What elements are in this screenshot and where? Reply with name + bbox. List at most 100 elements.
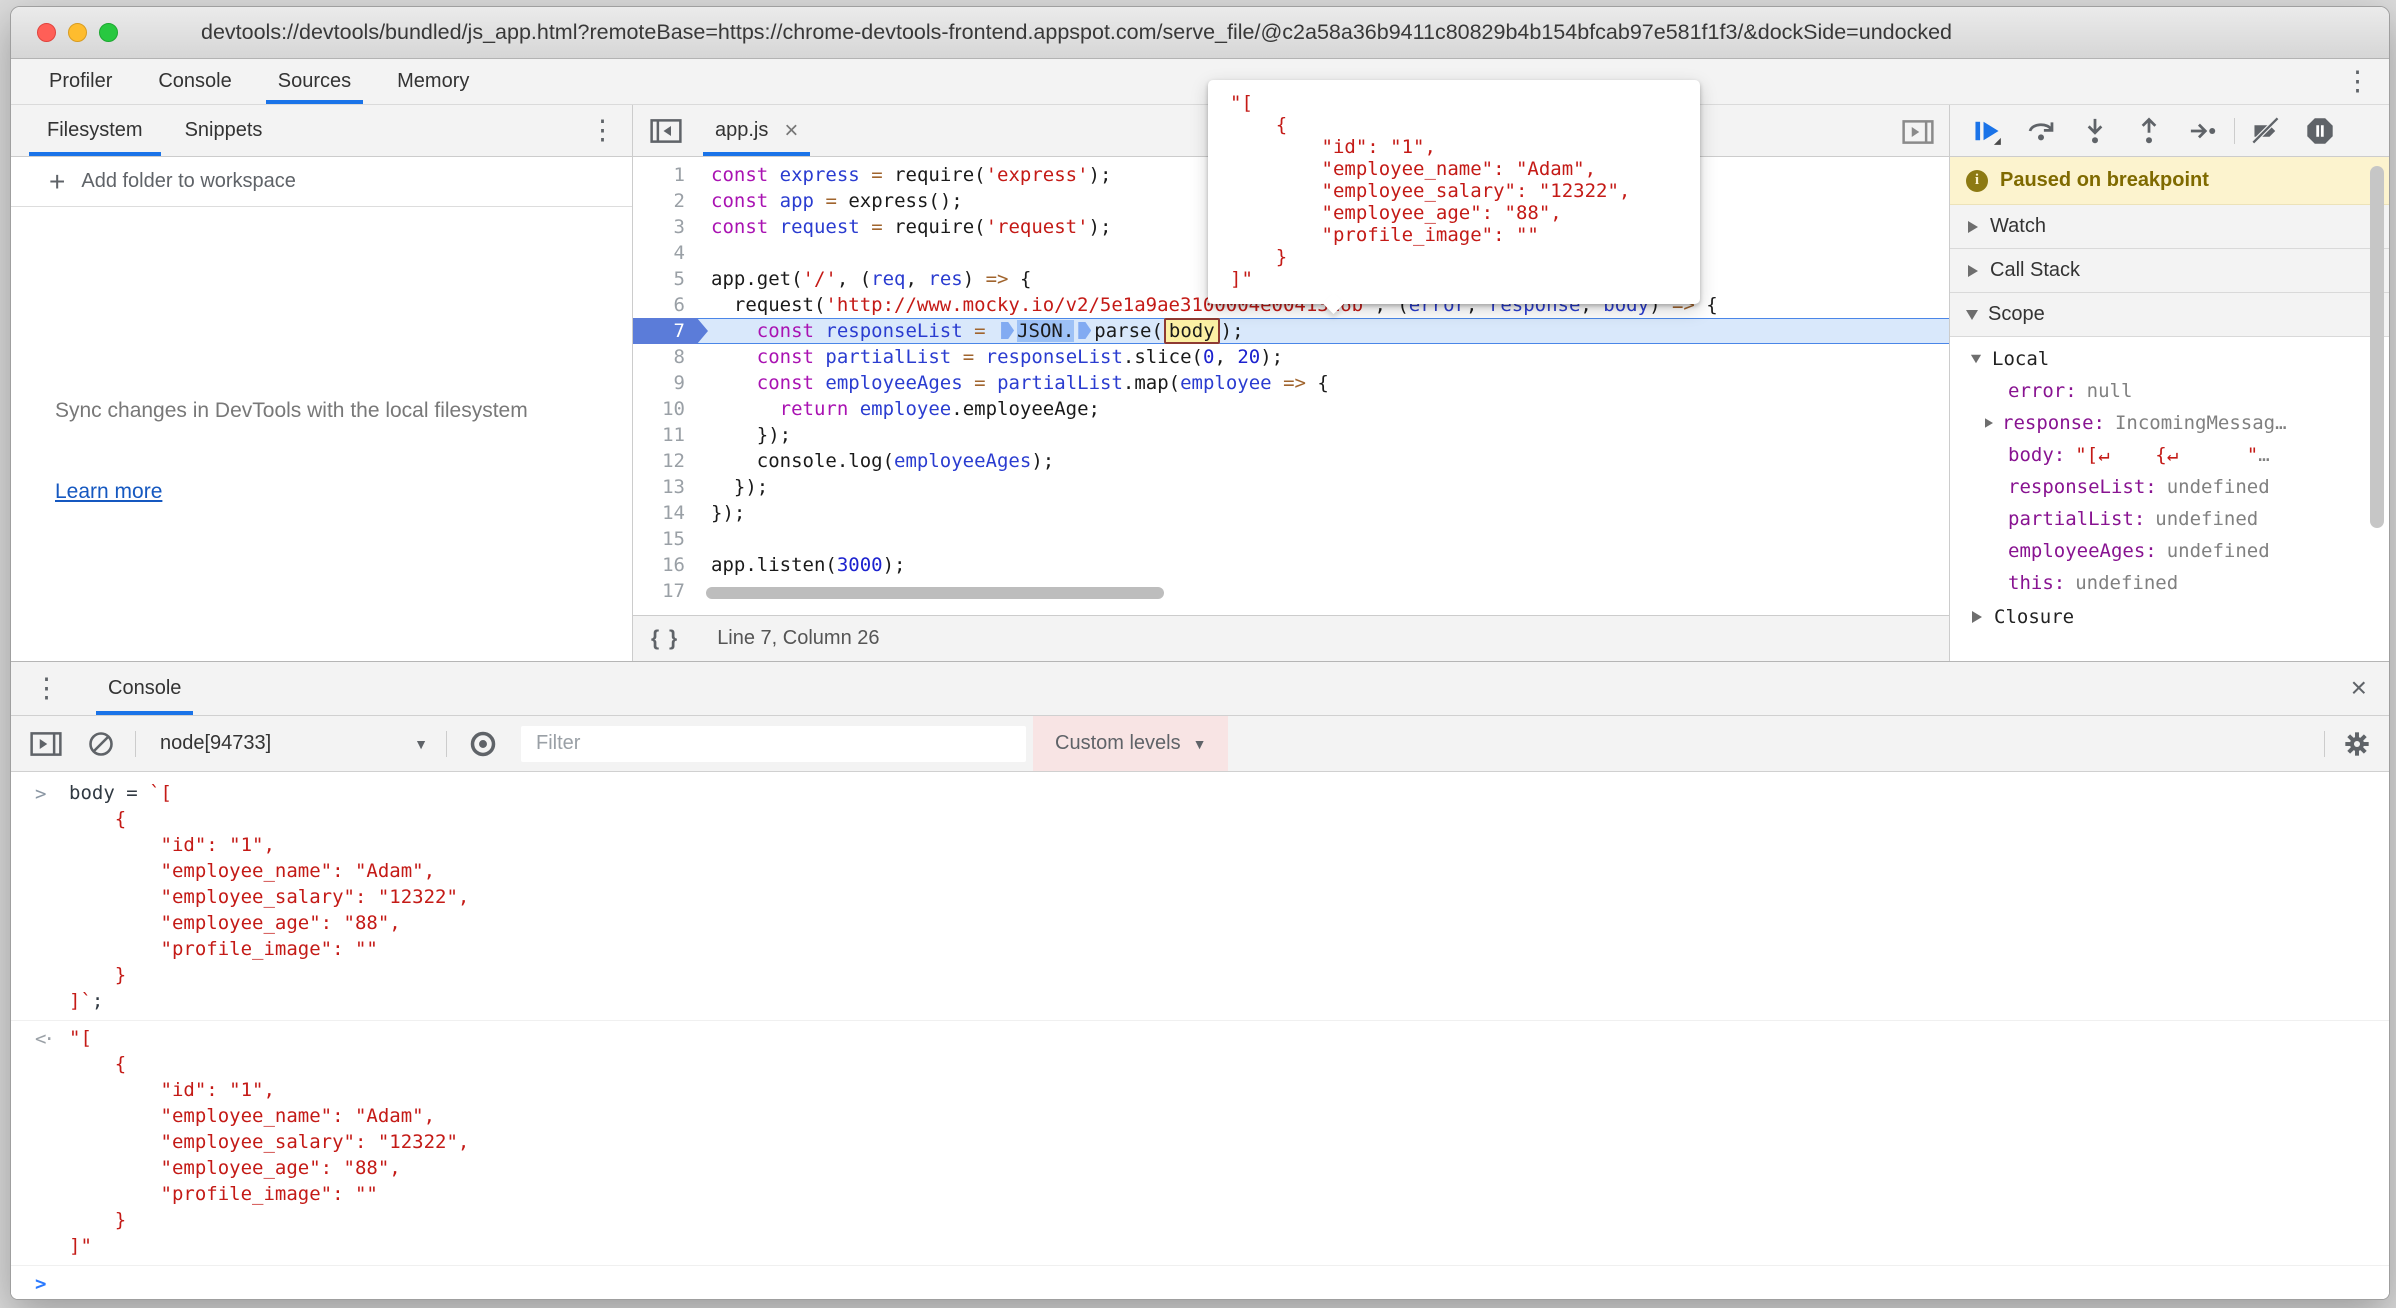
resume-script-icon[interactable]: [1960, 116, 2014, 146]
pretty-print-icon[interactable]: { }: [651, 627, 679, 651]
close-file-icon[interactable]: ×: [784, 117, 798, 145]
line-number[interactable]: 14: [633, 500, 697, 526]
line-number[interactable]: 8: [633, 344, 697, 370]
toolbar-separator: [446, 731, 447, 757]
token: {: [1009, 268, 1032, 290]
tab-label: Sources: [278, 70, 351, 93]
console-sidebar-toggle-icon[interactable]: [29, 729, 63, 759]
learn-more-link[interactable]: Learn more: [55, 480, 632, 504]
execution-context-dropdown[interactable]: node[94733] ▼: [160, 732, 428, 755]
call-stack-section-header[interactable]: Call Stack: [1950, 249, 2389, 293]
code-line[interactable]: 13 });: [633, 474, 1949, 500]
token: "employee_age": "88",: [69, 912, 401, 934]
code-line[interactable]: 15: [633, 526, 1949, 552]
add-folder-to-workspace[interactable]: + Add folder to workspace: [11, 157, 632, 207]
token: .slice(: [1123, 346, 1203, 368]
line-number[interactable]: 3: [633, 214, 697, 240]
console-line: ]`;: [69, 988, 2389, 1014]
custom-levels-dropdown[interactable]: Custom levels ▼: [1033, 716, 1228, 771]
tab-console[interactable]: Console: [150, 59, 239, 104]
line-number[interactable]: 9: [633, 370, 697, 396]
code-line[interactable]: 16app.listen(3000);: [633, 552, 1949, 578]
scope-closure-row[interactable]: Closure: [1950, 599, 2389, 635]
token: );: [883, 554, 906, 576]
filesystem-sync-message: Sync changes in DevTools with the local …: [11, 207, 632, 428]
code-line-content: app.listen(3000);: [697, 552, 1949, 578]
token: `[: [149, 782, 172, 804]
line-number[interactable]: 17: [633, 578, 697, 604]
token: request(: [711, 294, 825, 316]
token: require(: [883, 216, 986, 238]
tab-sources[interactable]: Sources: [270, 59, 359, 104]
tab-profiler[interactable]: Profiler: [41, 59, 120, 104]
line-number[interactable]: 16: [633, 552, 697, 578]
line-number[interactable]: 7: [633, 318, 697, 344]
console-filter-input[interactable]: [521, 726, 1026, 762]
line-number[interactable]: 12: [633, 448, 697, 474]
console-messages[interactable]: > body = `[ { "id": "1", "employee_name"…: [11, 772, 2389, 1299]
minimize-window-button[interactable]: [68, 23, 87, 42]
scope-variable-row[interactable]: response:IncomingMessag…: [1950, 407, 2389, 439]
navigator-tab-filesystem[interactable]: Filesystem: [41, 105, 149, 156]
step-icon[interactable]: [2176, 116, 2230, 146]
code-line[interactable]: 12 console.log(employeeAges);: [633, 448, 1949, 474]
code-line[interactable]: 14});: [633, 500, 1949, 526]
line-number[interactable]: 11: [633, 422, 697, 448]
token: });: [711, 502, 745, 524]
scope-variable-row[interactable]: responseList:undefined: [1950, 471, 2389, 503]
console-settings-gear-icon[interactable]: [2343, 730, 2371, 758]
scope-variable-row[interactable]: body:"[↵ {↵ "…: [1950, 439, 2389, 471]
close-drawer-icon[interactable]: ×: [2351, 672, 2367, 704]
scope-local-row[interactable]: Local: [1950, 343, 2389, 375]
hide-navigator-icon[interactable]: [649, 116, 683, 146]
code-line[interactable]: 10 return employee.employeeAge;: [633, 396, 1949, 422]
close-window-button[interactable]: [37, 23, 56, 42]
line-number[interactable]: 2: [633, 188, 697, 214]
sidebar-scrollbar-thumb[interactable]: [2370, 166, 2384, 528]
drawer-menu-kebab-icon[interactable]: ⋮: [33, 675, 60, 702]
show-debugger-sidebar-icon[interactable]: [1901, 117, 1935, 147]
scope-section-header[interactable]: Scope: [1950, 293, 2389, 337]
pause-on-exceptions-icon[interactable]: [2293, 116, 2347, 146]
clear-console-icon[interactable]: [87, 730, 115, 758]
token: [974, 346, 985, 368]
navigator-menu-kebab-icon[interactable]: ⋮: [589, 117, 616, 144]
token: =: [871, 216, 882, 238]
scope-variable-row[interactable]: partialList:undefined: [1950, 503, 2389, 535]
step-over-icon[interactable]: [2014, 116, 2068, 146]
watch-section-header[interactable]: Watch: [1950, 205, 2389, 249]
code-line[interactable]: 9 const employeeAges = partialList.map(e…: [633, 370, 1949, 396]
step-into-icon[interactable]: [2068, 116, 2122, 146]
editor-status-bar: { } Line 7, Column 26: [633, 615, 1949, 661]
line-number[interactable]: 6: [633, 292, 697, 318]
variable-name: error:: [2008, 380, 2077, 402]
scope-variable-row[interactable]: error:null: [1950, 375, 2389, 407]
token: parse(: [1094, 320, 1163, 342]
execution-marker-icon: [1078, 322, 1091, 339]
scope-variable-row[interactable]: this:undefined: [1950, 567, 2389, 599]
tab-memory[interactable]: Memory: [389, 59, 477, 104]
zoom-window-button[interactable]: [99, 23, 118, 42]
console-drawer-tab[interactable]: Console: [102, 662, 187, 715]
line-number[interactable]: 1: [633, 162, 697, 188]
code-line[interactable]: 8 const partialList = responseList.slice…: [633, 344, 1949, 370]
line-number[interactable]: 15: [633, 526, 697, 552]
line-number[interactable]: 4: [633, 240, 697, 266]
step-out-icon[interactable]: [2122, 116, 2176, 146]
token: [711, 372, 757, 394]
main-menu-kebab-icon[interactable]: ⋮: [2344, 68, 2371, 95]
code-line[interactable]: 11 });: [633, 422, 1949, 448]
console-prompt[interactable]: >: [11, 1266, 2389, 1299]
line-number[interactable]: 13: [633, 474, 697, 500]
horizontal-scrollbar-thumb[interactable]: [706, 587, 1164, 599]
live-expression-eye-icon[interactable]: [469, 730, 497, 758]
code-line[interactable]: 7 const responseList = JSON.parse(body);: [633, 318, 1949, 344]
token: }: [69, 964, 126, 986]
line-number[interactable]: 10: [633, 396, 697, 422]
scope-variable-row[interactable]: employeeAges:undefined: [1950, 535, 2389, 567]
navigator-tab-snippets[interactable]: Snippets: [179, 105, 269, 156]
code-line-content: });: [697, 474, 1949, 500]
line-number[interactable]: 5: [633, 266, 697, 292]
deactivate-breakpoints-icon[interactable]: [2239, 116, 2293, 146]
file-tab-appjs[interactable]: app.js ×: [711, 105, 802, 156]
